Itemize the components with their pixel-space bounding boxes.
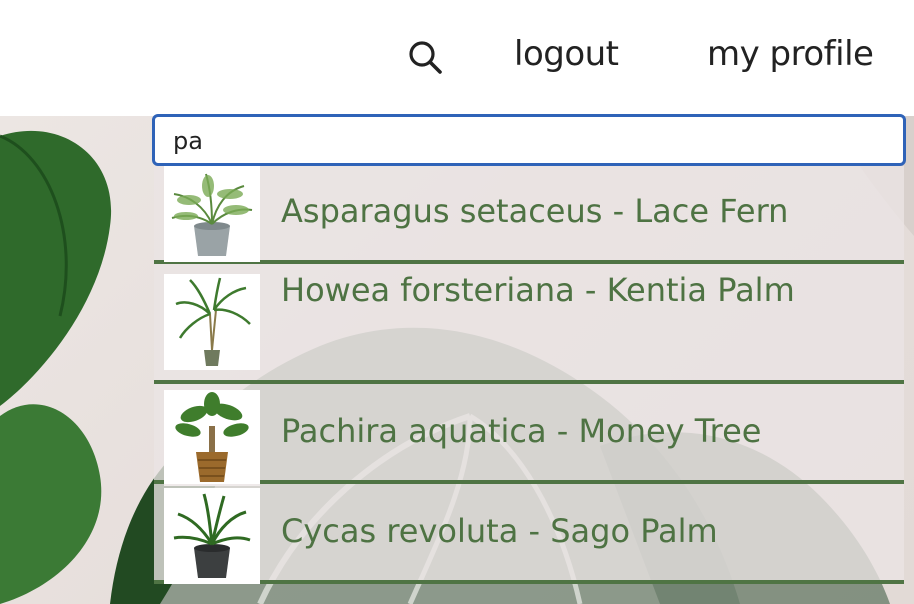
search-result-item[interactable]: Pachira aquatica - Money Tree	[154, 384, 904, 486]
fern-plant-icon	[164, 166, 260, 262]
logout-link[interactable]: logout	[514, 34, 619, 74]
my-profile-link[interactable]: my profile	[707, 34, 874, 74]
top-nav: logout my profile	[0, 0, 914, 116]
search-icon[interactable]	[406, 38, 444, 76]
money-tree-icon	[164, 390, 260, 486]
search-result-label: Pachira aquatica - Money Tree	[281, 412, 762, 450]
search-result-item[interactable]: Asparagus setaceus - Lace Fern	[154, 166, 904, 264]
search-field[interactable]	[152, 114, 906, 166]
sago-palm-icon	[164, 488, 260, 584]
search-result-item[interactable]: Howea forsteriana - Kentia Palm	[154, 264, 904, 384]
search-result-label: Howea forsteriana - Kentia Palm	[281, 271, 795, 309]
search-result-item[interactable]: Cycas revoluta - Sago Palm	[154, 484, 904, 584]
search-result-label: Cycas revoluta - Sago Palm	[281, 512, 718, 550]
search-input[interactable]	[173, 125, 873, 157]
search-result-label: Asparagus setaceus - Lace Fern	[281, 192, 789, 230]
palm-plant-icon	[164, 274, 260, 370]
search-results-dropdown: Asparagus setaceus - Lace Fern Howea for…	[154, 166, 904, 584]
